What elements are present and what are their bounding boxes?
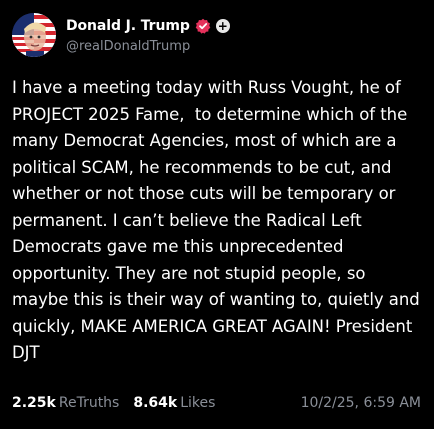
retruths-count: 2.25k: [12, 395, 56, 411]
likes-stat[interactable]: 8.64k Likes: [133, 395, 215, 411]
verified-badge-icon: [195, 18, 211, 34]
retruths-stat[interactable]: 2.25k ReTruths: [12, 395, 119, 411]
name-row: Donald J. Trump +: [66, 16, 230, 36]
user-handle[interactable]: @realDonaldTrump: [66, 39, 230, 54]
author-identity: Donald J. Trump + @realDonaldTrump: [66, 16, 230, 54]
avatar[interactable]: [12, 13, 56, 57]
likes-count: 8.64k: [133, 395, 178, 411]
post-card: Donald J. Trump + @realDonaldTrump I hav…: [0, 0, 434, 429]
post-text: I have a meeting today with Russ Vought,…: [12, 78, 425, 362]
post-timestamp[interactable]: 10/2/25, 6:59 AM: [301, 395, 421, 411]
display-name[interactable]: Donald J. Trump: [66, 18, 190, 34]
plus-badge-icon[interactable]: +: [215, 19, 230, 33]
avatar-image: [12, 13, 56, 57]
likes-label: Likes: [180, 395, 216, 411]
post-stats: 2.25k ReTruths 8.64k Likes 10/2/25, 6:59…: [12, 393, 421, 413]
retruths-label: ReTruths: [58, 395, 120, 411]
post-header: Donald J. Trump + @realDonaldTrump: [12, 13, 230, 57]
